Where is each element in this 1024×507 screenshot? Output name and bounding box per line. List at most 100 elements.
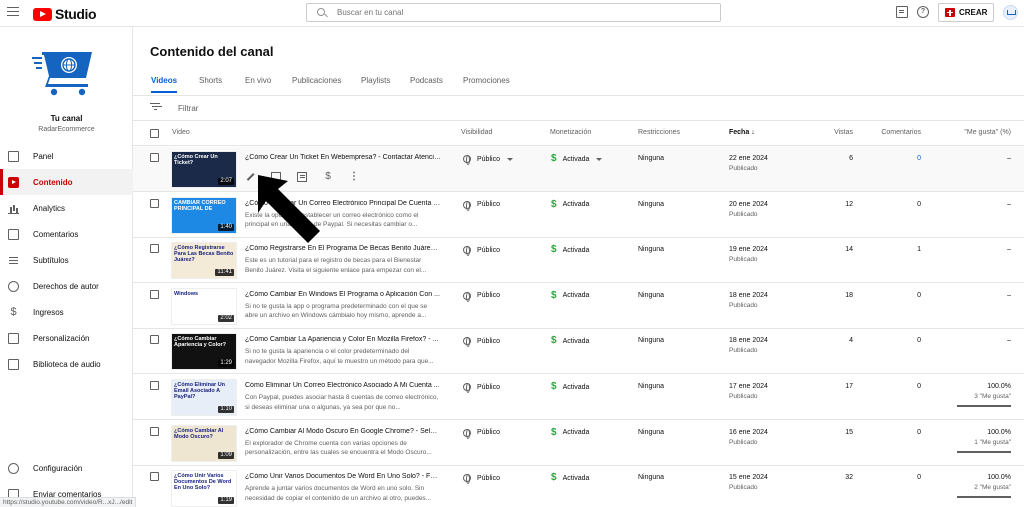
table-row[interactable]: Windows 2:02 ¿Cómo Cambiar En Windows El P… [133, 284, 1024, 329]
tab-videos[interactable]: Videos [151, 76, 178, 93]
video-thumbnail[interactable]: ¿Cómo Registrarse Para Las Becas Benito … [171, 242, 237, 280]
column-views[interactable]: Vistas [793, 129, 853, 136]
video-thumbnail[interactable]: Windows 2:02 [171, 287, 237, 325]
help-icon[interactable]: ? [917, 6, 929, 18]
monetization-cell[interactable]: $ Activada [551, 473, 589, 483]
visibility-cell[interactable]: Público [463, 474, 500, 485]
video-thumbnail[interactable]: ¿Cómo Unir Varios Documentos De Word En … [171, 470, 237, 507]
video-title[interactable]: ¿Cómo Cambiar La Apariencia y Color En M… [245, 336, 441, 343]
video-thumbnail[interactable]: ¿Cómo Cambiar Al Modo Oscuro? 1:09 [171, 424, 237, 462]
create-button[interactable]: CREAR [938, 3, 994, 22]
monetization-dropdown-icon[interactable] [596, 157, 603, 161]
video-thumbnail[interactable]: ¿Cómo Cambiar Apariencia y Color? 1:29 [171, 333, 237, 371]
column-date[interactable]: Fecha ↓ [729, 129, 755, 136]
video-thumbnail[interactable]: ¿Cómo Crear Un Ticket? 2:07 [171, 151, 237, 188]
sidebar-item-configuracion[interactable]: Configuración [0, 455, 133, 481]
filter-input[interactable]: Filtrar [178, 104, 198, 113]
date-cell: 16 ene 2024 [729, 428, 768, 436]
column-likes[interactable]: "Me gusta" (%) [939, 129, 1011, 136]
row-checkbox[interactable] [150, 426, 159, 436]
visibility-cell[interactable]: Público [463, 337, 500, 348]
channel-avatar[interactable] [32, 48, 94, 96]
row-checkbox[interactable] [150, 472, 159, 482]
sidebar-item-analytics[interactable]: Analytics [0, 195, 133, 221]
studio-logo[interactable]: Studio [33, 6, 97, 22]
globe-icon [463, 155, 471, 165]
table-row[interactable]: ¿Cómo Cambiar Apariencia y Color? 1:29 ¿Có… [133, 329, 1024, 375]
monetization-cell[interactable]: $ Activada [551, 382, 589, 392]
visibility-cell[interactable]: Público [463, 246, 500, 257]
monetization-cell[interactable]: $ Activada [551, 427, 589, 438]
likes-cell: – [1007, 200, 1011, 208]
visibility-label: Público [477, 474, 500, 482]
sidebar-item-derechos[interactable]: Derechos de autor [0, 273, 133, 299]
sidebar-item-ingresos[interactable]: $ Ingresos [0, 299, 133, 325]
visibility-cell[interactable]: Público [463, 428, 500, 439]
select-all-checkbox[interactable] [150, 129, 159, 138]
column-monetization[interactable]: Monetización [550, 129, 591, 136]
tab-shorts[interactable]: Shorts [199, 76, 222, 91]
monetization-cell[interactable]: $ Activada [551, 336, 589, 346]
row-checkbox[interactable] [150, 335, 159, 345]
video-title[interactable]: ¿Cómo Crear Un Ticket En Webempresa? - C… [245, 154, 441, 161]
video-title[interactable]: ¿Cómo Cambiar En Windows El Programa o A… [245, 291, 441, 298]
likes-bar [957, 405, 1011, 407]
row-checkbox[interactable] [150, 153, 159, 162]
edit-pencil-icon[interactable] [245, 172, 255, 182]
tab-podcasts[interactable]: Podcasts [410, 76, 443, 91]
column-comments[interactable]: Comentarios [861, 129, 921, 136]
video-description: Aprende a juntar varios documentos de Wo… [245, 485, 432, 502]
visibility-cell[interactable]: Público [463, 291, 500, 302]
tab-publicaciones[interactable]: Publicaciones [292, 76, 341, 91]
comments-cell[interactable]: 0 [861, 155, 921, 162]
video-title[interactable]: Cómo Eliminar Un Correo Electrónico Asoc… [245, 382, 441, 389]
table-row[interactable]: ¿Cómo Unir Varios Documentos De Word En … [133, 466, 1024, 507]
likes-cell: 100.0% [987, 474, 1011, 482]
restrictions-cell: Ninguna [638, 155, 665, 162]
restrictions-cell: Ninguna [638, 383, 665, 390]
column-restrictions[interactable]: Restricciones [638, 129, 680, 136]
sidebar-item-personalizacion[interactable]: Personalización [0, 325, 133, 351]
search-input[interactable] [337, 4, 707, 21]
date-cell: 22 ene 2024 [729, 155, 768, 162]
video-title[interactable]: ¿Cómo Cambiar Al Modo Oscuro En Google C… [245, 428, 441, 435]
tab-playlists[interactable]: Playlists [361, 76, 390, 91]
search-box[interactable] [306, 3, 721, 22]
visibility-cell[interactable]: Público [463, 383, 500, 393]
sidebar-item-label: Comentarios [33, 229, 79, 239]
visibility-cell[interactable]: Público [463, 155, 513, 165]
visibility-label: Público [477, 155, 500, 163]
column-visibility[interactable]: Visibilidad [461, 129, 492, 136]
row-checkbox[interactable] [150, 198, 159, 208]
filter-icon[interactable] [150, 103, 160, 111]
table-row[interactable]: ¿Cómo Cambiar Al Modo Oscuro? 1:09 ¿Cómo C… [133, 421, 1024, 466]
monetization-cell[interactable]: $ Activada [551, 199, 590, 210]
visibility-dropdown-icon[interactable] [506, 157, 513, 161]
sidebar-item-comentarios[interactable]: Comentarios [0, 221, 133, 247]
row-checkbox[interactable] [150, 381, 159, 390]
video-thumbnail[interactable]: CAMBIAR CORREO PRINCIPAL DE 1:40 [171, 196, 237, 234]
restrictions-cell: Ninguna [638, 337, 665, 345]
sidebar-item-subtitulos[interactable]: Subtítulos [0, 247, 133, 273]
row-checkbox[interactable] [150, 289, 159, 299]
sidebar-item-panel[interactable]: Panel [0, 143, 133, 169]
more-options-icon[interactable]: ⋮ [349, 172, 359, 182]
menu-icon[interactable] [7, 7, 19, 19]
visibility-cell[interactable]: Público [463, 200, 500, 211]
tab-promociones[interactable]: Promociones [463, 76, 510, 91]
row-checkbox[interactable] [150, 244, 159, 254]
video-thumbnail[interactable]: ¿Cómo Eliminar Un Email Asociado A PayPa… [171, 379, 237, 416]
tab-en-vivo[interactable]: En vivo [245, 76, 271, 91]
monetization-cell[interactable]: $ Activada [551, 290, 589, 301]
account-avatar[interactable] [1003, 5, 1018, 20]
visibility-label: Público [477, 201, 500, 209]
table-row[interactable]: ¿Cómo Eliminar Un Email Asociado A PayPa… [133, 375, 1024, 420]
sidebar-item-biblioteca-audio[interactable]: Biblioteca de audio [0, 351, 133, 377]
monetization-cell[interactable]: $ Activada [551, 154, 603, 164]
messages-icon[interactable] [896, 6, 908, 18]
video-title[interactable]: ¿Cómo Unir Varios Documentos De Word En … [245, 473, 441, 480]
monetization-label: Activada [562, 201, 590, 209]
monetization-cell[interactable]: $ Activada [551, 245, 589, 255]
filter-bar[interactable]: Filtrar [133, 97, 1024, 121]
sidebar-item-contenido[interactable]: Contenido [0, 169, 133, 195]
